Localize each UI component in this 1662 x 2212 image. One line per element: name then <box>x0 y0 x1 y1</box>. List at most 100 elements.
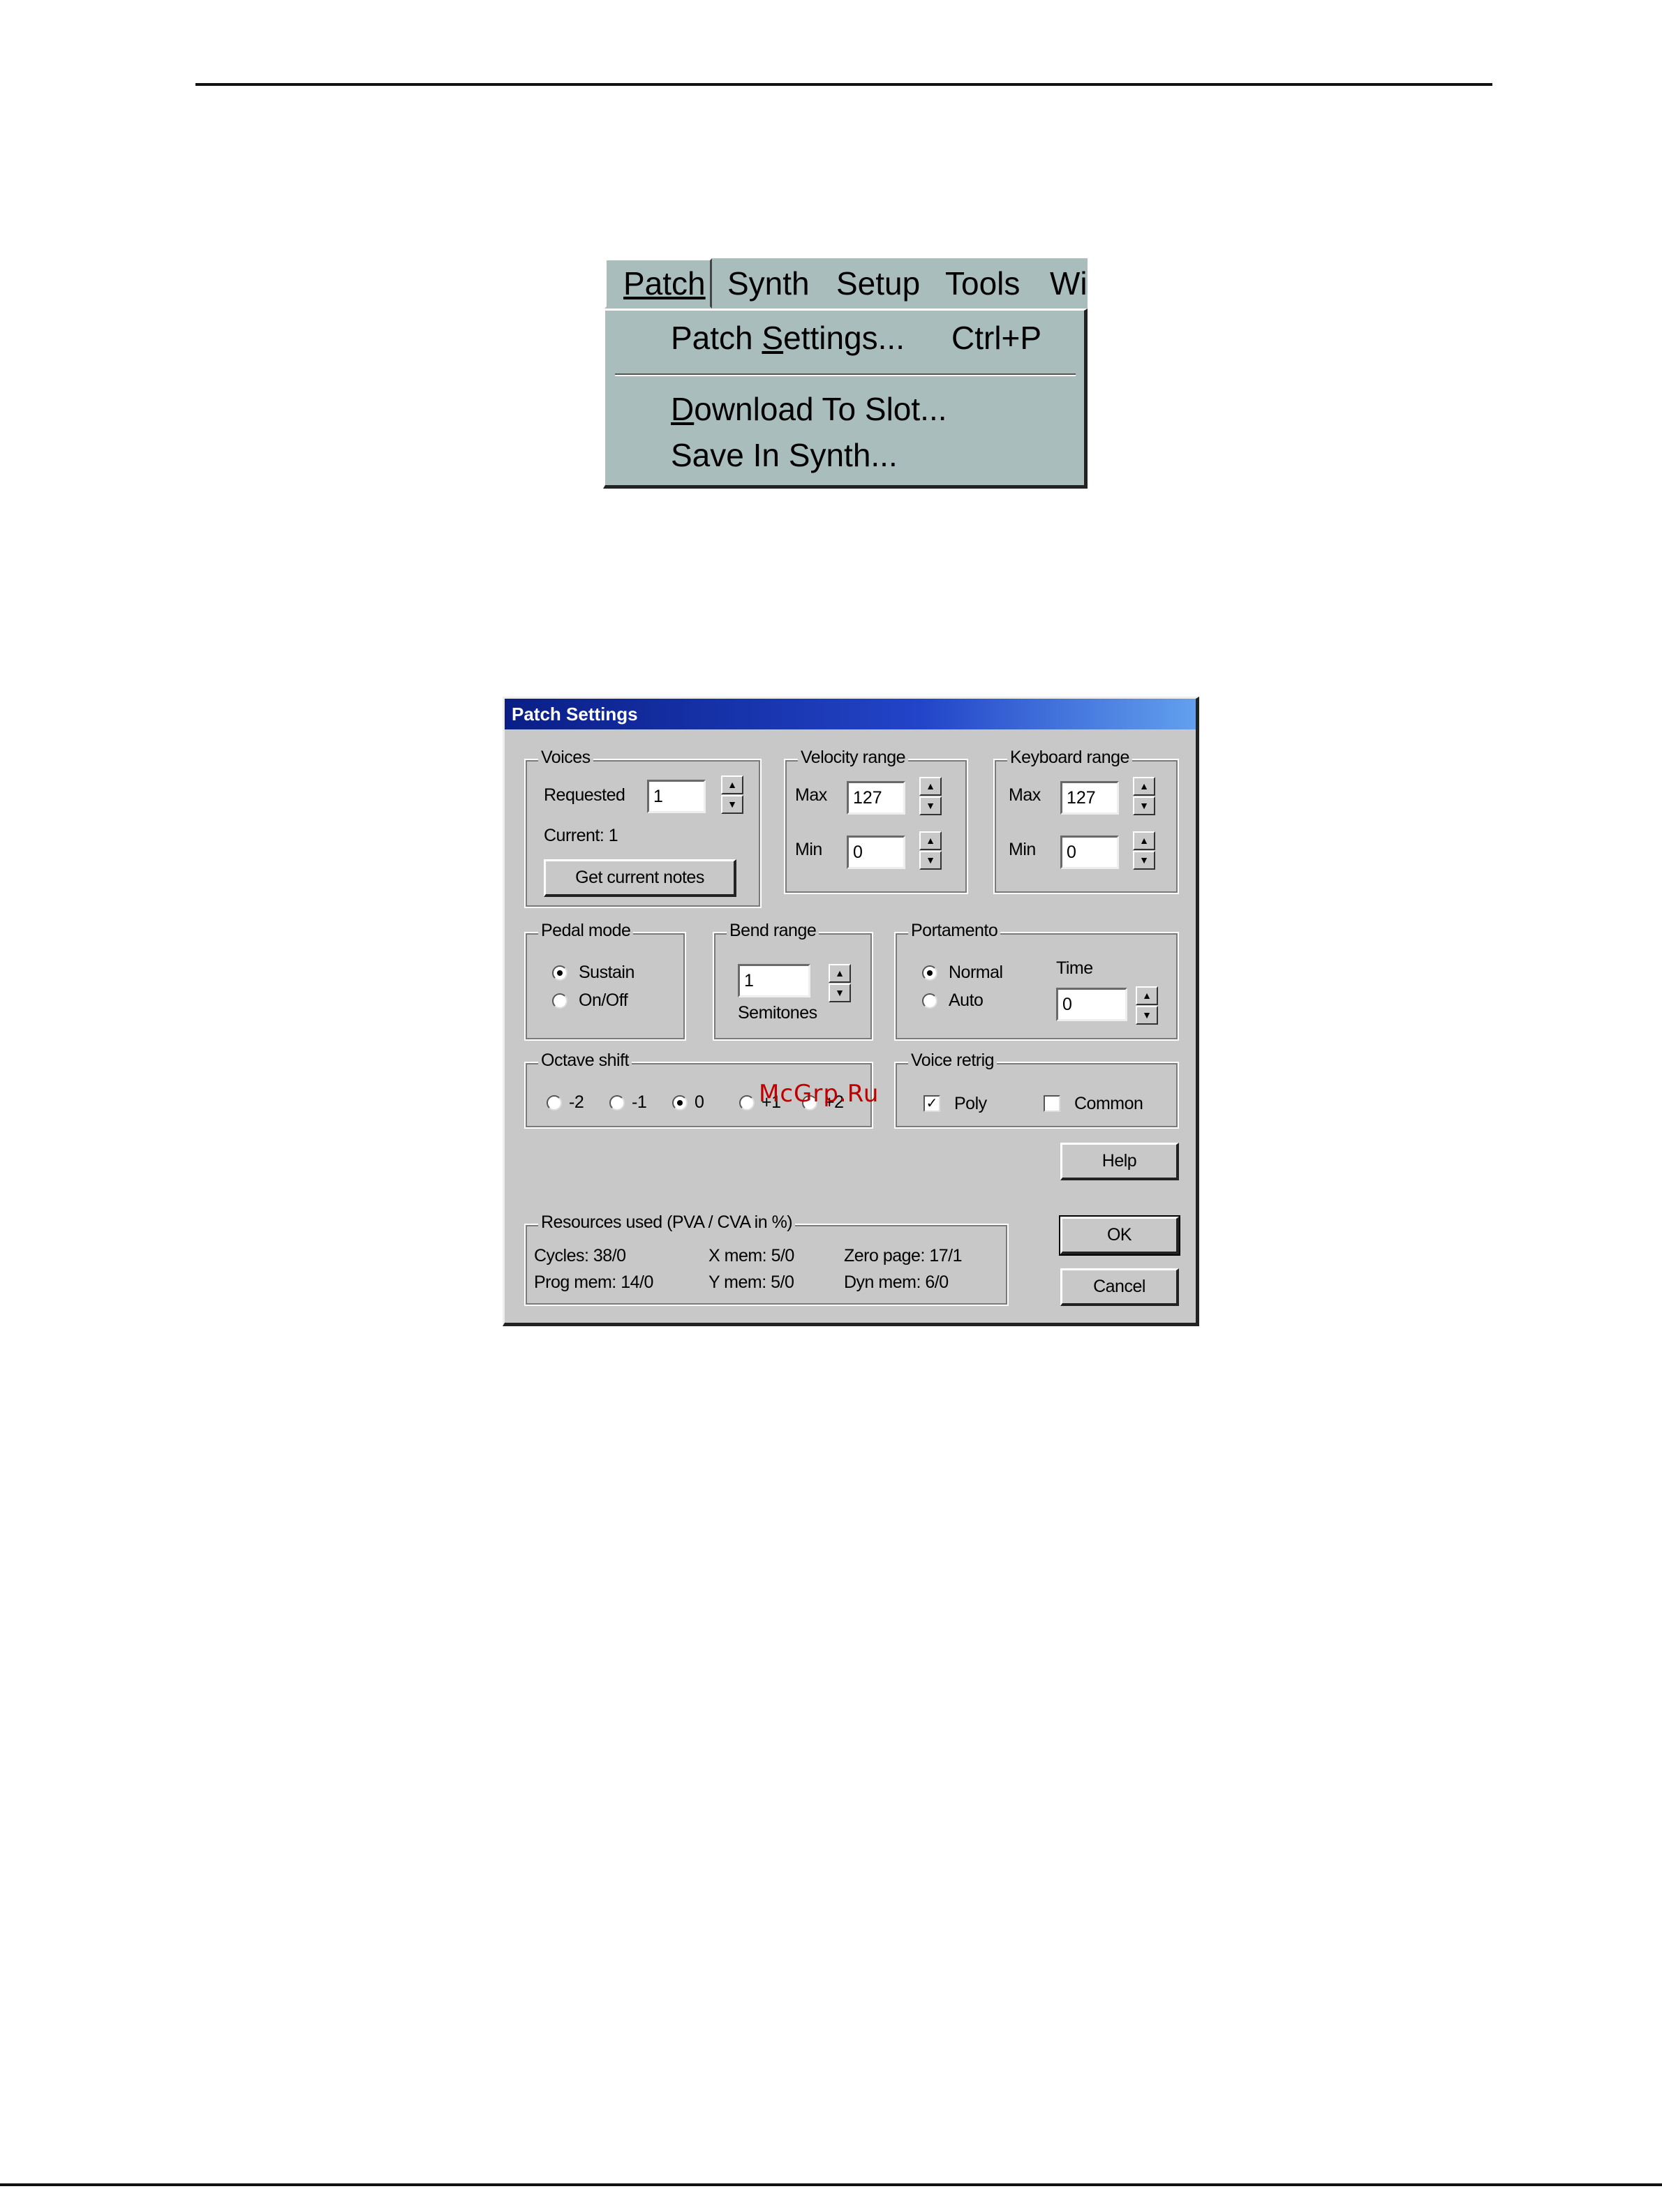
pedal-sustain-radio[interactable] <box>552 965 567 981</box>
portamento-auto-label: Auto <box>949 990 984 1010</box>
menu-setup[interactable]: Setup <box>818 258 938 309</box>
velocity-range-group: Velocity range Max 127 ▲ ▼ Min 0 ▲ ▼ <box>784 748 968 894</box>
spin-up-icon[interactable]: ▲ <box>721 775 743 794</box>
spin-up-icon[interactable]: ▲ <box>919 831 942 850</box>
keyboard-range-label: Keyboard range <box>1007 748 1132 768</box>
spin-down-icon[interactable]: ▼ <box>721 795 743 814</box>
help-button[interactable]: Help <box>1060 1143 1179 1180</box>
poly-label: Poly <box>954 1094 987 1113</box>
bottom-rule <box>0 2183 1662 2186</box>
portamento-label: Portamento <box>908 921 1001 941</box>
menu-item-save-in-synth[interactable]: Save In Synth... <box>671 436 898 474</box>
octave-plus1-radio[interactable] <box>739 1095 755 1111</box>
keyboard-min-label: Min <box>1009 840 1036 859</box>
spin-up-icon[interactable]: ▲ <box>1136 986 1158 1005</box>
bend-range-spinner[interactable]: ▲ ▼ <box>829 964 851 1003</box>
octave-zero-radio[interactable] <box>672 1095 688 1111</box>
resources-label: Resources used (PVA / CVA in %) <box>538 1212 796 1233</box>
spin-down-icon[interactable]: ▼ <box>1133 796 1155 815</box>
octave-minus2-radio[interactable] <box>547 1095 562 1111</box>
semitones-label: Semitones <box>738 1003 817 1023</box>
current-voices-text: Current: 1 <box>544 826 618 845</box>
bend-range-group: Bend range 1 ▲ ▼ Semitones <box>713 921 873 1041</box>
cancel-button[interactable]: Cancel <box>1060 1268 1179 1306</box>
spin-down-icon[interactable]: ▼ <box>829 983 851 1002</box>
keyboard-min-input[interactable]: 0 <box>1060 836 1119 869</box>
resources-group: Resources used (PVA / CVA in %) Cycles: … <box>524 1212 1009 1306</box>
menu-synth[interactable]: Synth <box>709 258 828 309</box>
common-label: Common <box>1074 1094 1143 1113</box>
ok-button[interactable]: OK <box>1059 1215 1180 1256</box>
menu-item-download-to-slot[interactable]: Download To Slot... <box>671 390 947 428</box>
velocity-max-input[interactable]: 127 <box>847 781 905 815</box>
poly-checkbox[interactable]: ✓ <box>923 1095 940 1112</box>
pedal-mode-group: Pedal mode Sustain On/Off <box>524 921 686 1041</box>
spin-up-icon[interactable]: ▲ <box>1133 831 1155 850</box>
pedal-sustain-label: Sustain <box>579 963 635 982</box>
portamento-time-input[interactable]: 0 <box>1056 988 1127 1021</box>
watermark-text: McGrp.Ru <box>759 1080 880 1108</box>
voices-group-label: Voices <box>538 748 593 768</box>
dialog-title: Patch Settings <box>505 699 1196 729</box>
portamento-auto-radio[interactable] <box>922 993 937 1009</box>
menu-item-patch-settings[interactable]: Patch Settings... <box>671 319 905 357</box>
velocity-max-label: Max <box>795 785 827 805</box>
resource-cycles: Cycles: 38/0 <box>534 1246 626 1265</box>
menu-bar: Patch Synth Setup Tools Wi <box>604 258 1088 309</box>
portamento-normal-radio[interactable] <box>922 965 937 981</box>
resource-y-mem: Y mem: 5/0 <box>708 1272 794 1292</box>
portamento-group: Portamento Normal Auto Time 0 ▲ ▼ <box>894 921 1179 1041</box>
voice-retrig-group: Voice retrig ✓ Poly Common <box>894 1051 1179 1129</box>
velocity-max-spinner[interactable]: ▲ ▼ <box>919 777 942 816</box>
octave-shift-label: Octave shift <box>538 1051 632 1071</box>
portamento-time-spinner[interactable]: ▲ ▼ <box>1136 986 1158 1025</box>
spin-down-icon[interactable]: ▼ <box>1136 1006 1158 1025</box>
menu-window[interactable]: Wi <box>1032 258 1088 309</box>
octave-minus2-label: -2 <box>569 1092 584 1112</box>
top-rule <box>195 83 1492 86</box>
menu-tools[interactable]: Tools <box>927 258 1038 309</box>
keyboard-max-label: Max <box>1009 785 1041 805</box>
velocity-min-input[interactable]: 0 <box>847 836 905 869</box>
velocity-range-label: Velocity range <box>798 748 909 768</box>
voices-group: Voices Requested 1 ▲ ▼ Current: 1 Get cu… <box>524 748 762 908</box>
resource-zero-page: Zero page: 17/1 <box>844 1246 963 1265</box>
requested-voices-input[interactable]: 1 <box>647 780 706 813</box>
keyboard-max-spinner[interactable]: ▲ ▼ <box>1133 777 1155 816</box>
patch-dropdown-menu: Patch Settings... Ctrl+P Download To Slo… <box>603 309 1088 489</box>
portamento-time-label: Time <box>1056 958 1093 978</box>
menu-separator <box>615 373 1076 376</box>
portamento-normal-label: Normal <box>949 963 1003 982</box>
spin-down-icon[interactable]: ▼ <box>919 796 942 815</box>
spin-up-icon[interactable]: ▲ <box>1133 777 1155 796</box>
spin-up-icon[interactable]: ▲ <box>919 777 942 796</box>
octave-zero-label: 0 <box>695 1092 704 1112</box>
octave-minus1-radio[interactable] <box>609 1095 625 1111</box>
menu-patch[interactable]: Patch <box>604 258 712 309</box>
spin-up-icon[interactable]: ▲ <box>829 964 851 983</box>
keyboard-min-spinner[interactable]: ▲ ▼ <box>1133 831 1155 870</box>
pedal-onoff-radio[interactable] <box>552 993 567 1009</box>
velocity-min-spinner[interactable]: ▲ ▼ <box>919 831 942 870</box>
spin-down-icon[interactable]: ▼ <box>919 851 942 870</box>
patch-settings-dialog: Patch Settings Voices Requested 1 ▲ ▼ Cu… <box>503 697 1199 1326</box>
bend-range-label: Bend range <box>727 921 819 941</box>
octave-minus1-label: -1 <box>632 1092 647 1112</box>
resource-x-mem: X mem: 5/0 <box>708 1246 794 1265</box>
checkmark-icon: ✓ <box>926 1096 938 1111</box>
spin-down-icon[interactable]: ▼ <box>1133 851 1155 870</box>
keyboard-range-group: Keyboard range Max 127 ▲ ▼ Min 0 ▲ ▼ <box>993 748 1179 894</box>
resource-dyn-mem: Dyn mem: 6/0 <box>844 1272 949 1292</box>
pedal-onoff-label: On/Off <box>579 990 628 1010</box>
resource-prog-mem: Prog mem: 14/0 <box>534 1272 653 1292</box>
velocity-min-label: Min <box>795 840 822 859</box>
requested-voices-spinner[interactable]: ▲ ▼ <box>721 775 743 815</box>
bend-range-input[interactable]: 1 <box>738 964 810 997</box>
keyboard-max-input[interactable]: 127 <box>1060 781 1119 815</box>
voice-retrig-label: Voice retrig <box>908 1051 997 1071</box>
requested-label: Requested <box>544 785 625 805</box>
patch-settings-shortcut: Ctrl+P <box>951 320 1042 356</box>
pedal-mode-label: Pedal mode <box>538 921 634 941</box>
common-checkbox[interactable] <box>1044 1095 1060 1112</box>
get-current-notes-button[interactable]: Get current notes <box>544 859 736 897</box>
